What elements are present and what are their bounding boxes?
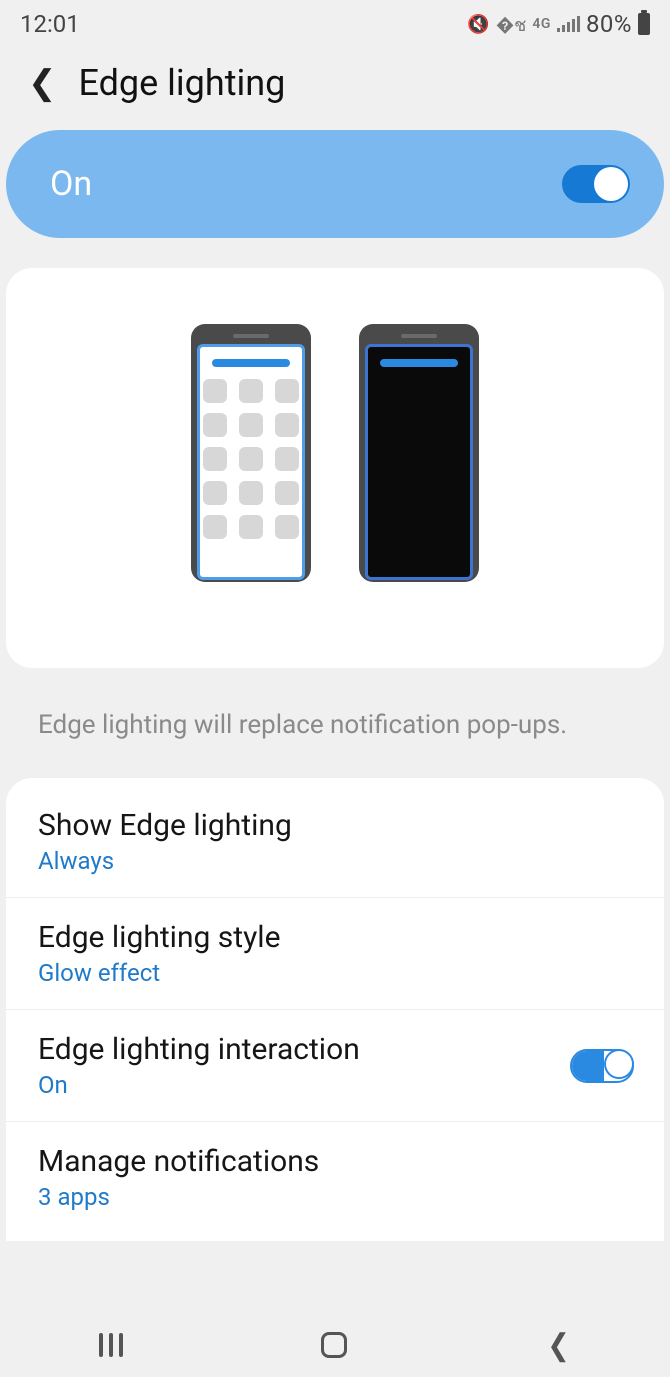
setting-title: Show Edge lighting (38, 808, 292, 843)
master-toggle[interactable] (562, 165, 630, 203)
status-bar: 12:01 🔇 �ช 4G 80% (0, 0, 670, 44)
edge-lighting-interaction-row[interactable]: Edge lighting interaction On (6, 1010, 664, 1122)
setting-value: On (38, 1071, 360, 1099)
home-button[interactable] (321, 1332, 347, 1358)
toggle-knob (594, 167, 628, 201)
preview-card (6, 268, 664, 668)
setting-title: Edge lighting interaction (38, 1032, 360, 1067)
setting-title: Edge lighting style (38, 920, 281, 955)
notification-bar-icon (212, 359, 290, 367)
back-nav-button[interactable]: ❮ (547, 1328, 570, 1363)
app-grid-icon (203, 379, 299, 539)
network-type: 4G (532, 16, 551, 32)
back-button[interactable]: ❮ (28, 66, 57, 100)
setting-value: Glow effect (38, 959, 281, 987)
preview-phone-light (191, 324, 311, 582)
wifi-icon: �ช (496, 10, 527, 39)
master-toggle-row[interactable]: On (6, 130, 664, 238)
preview-phone-dark (359, 324, 479, 582)
notification-bar-icon (380, 359, 458, 367)
signal-icon (557, 16, 580, 32)
page-title: Edge lighting (79, 62, 286, 104)
setting-title: Manage notifications (38, 1144, 319, 1179)
description-text: Edge lighting will replace notification … (0, 668, 670, 770)
setting-value: Always (38, 847, 292, 875)
edge-lighting-style-row[interactable]: Edge lighting style Glow effect (6, 898, 664, 1010)
page-header: ❮ Edge lighting (0, 44, 670, 130)
battery-percentage: 80% (586, 10, 632, 38)
settings-list: Show Edge lighting Always Edge lighting … (6, 778, 664, 1241)
navigation-bar: ❮ (0, 1313, 670, 1377)
show-edge-lighting-row[interactable]: Show Edge lighting Always (6, 786, 664, 898)
interaction-toggle[interactable] (570, 1049, 634, 1083)
status-time: 12:01 (20, 10, 80, 38)
recents-button[interactable] (99, 1333, 123, 1357)
master-toggle-label: On (50, 164, 92, 204)
toggle-knob (604, 1049, 634, 1079)
status-indicators: 🔇 �ช 4G 80% (467, 10, 650, 39)
setting-value: 3 apps (38, 1183, 319, 1211)
mute-icon: 🔇 (467, 14, 489, 35)
manage-notifications-row[interactable]: Manage notifications 3 apps (6, 1122, 664, 1233)
battery-icon (638, 13, 650, 35)
